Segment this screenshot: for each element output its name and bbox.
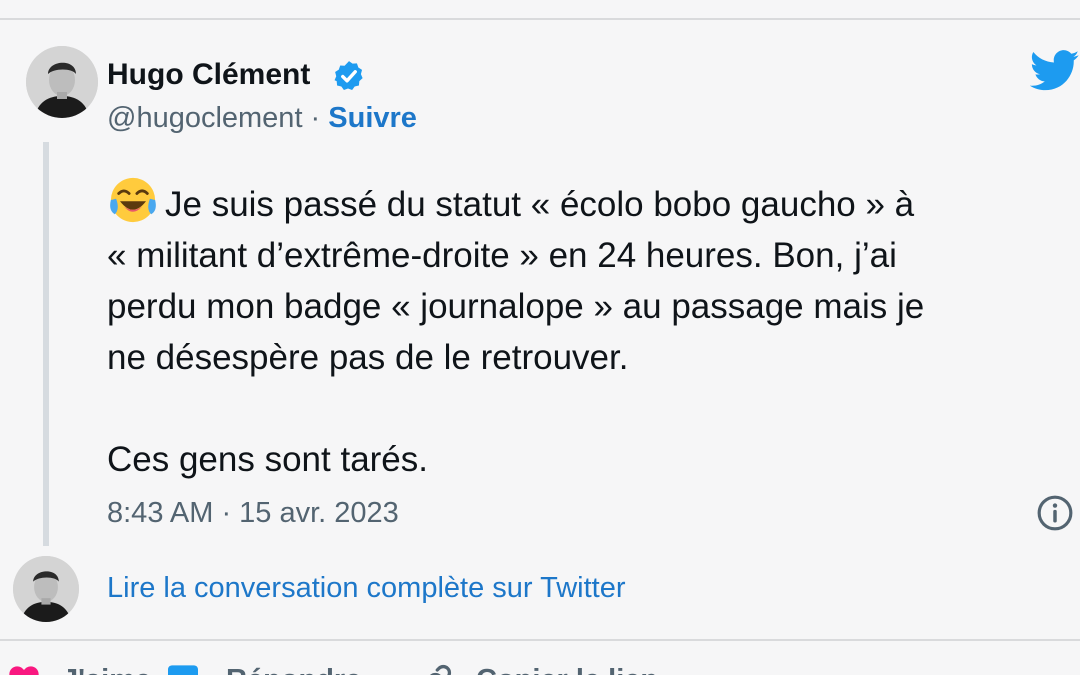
reply-avatar[interactable] xyxy=(13,556,79,622)
reply-icon[interactable] xyxy=(166,664,200,675)
info-icon[interactable] xyxy=(1036,494,1074,532)
author-avatar[interactable] xyxy=(26,46,98,118)
face-with-tears-of-joy-icon xyxy=(110,177,156,223)
follow-button[interactable]: Suivre xyxy=(328,102,417,134)
like-action[interactable]: J'aime xyxy=(62,664,151,675)
read-full-conversation-link[interactable]: Lire la conversation complète sur Twitte… xyxy=(107,572,625,605)
tweet-timestamp[interactable]: 8:43 AM · 15 avr. 2023 xyxy=(107,497,399,530)
tweet-line: Je suis passé du statut « écolo bobo gau… xyxy=(107,174,1080,230)
paragraph-break xyxy=(107,383,1080,434)
tweet-closing-line: Ces gens sont tarés. xyxy=(107,440,428,479)
twitter-bird-icon[interactable] xyxy=(1030,50,1080,92)
reply-action[interactable]: Répondre xyxy=(226,664,361,675)
heart-icon[interactable] xyxy=(8,664,40,675)
embedded-tweet-card: Hugo Clément @hugoclement · Suivre Je su… xyxy=(0,0,1080,675)
tweet-line: « militant d’extrême-droite » en 24 heur… xyxy=(107,236,897,275)
tweet-line: perdu mon badge « journalope » au passag… xyxy=(107,287,925,326)
author-handle[interactable]: @hugoclement xyxy=(107,102,303,134)
tweet-line: ne désespère pas de le retrouver. xyxy=(107,338,629,377)
top-divider xyxy=(0,18,1080,20)
link-icon[interactable] xyxy=(420,664,454,675)
tweet-text: Je suis passé du statut « écolo bobo gau… xyxy=(107,174,1080,485)
tweet-actions-bar: J'aime Répondre Copier le lien xyxy=(0,660,1080,675)
thread-connector-line xyxy=(43,142,49,546)
author-name[interactable]: Hugo Clément xyxy=(107,58,310,92)
verified-badge-icon xyxy=(334,61,363,91)
bottom-divider xyxy=(0,639,1080,641)
tweet-line-text: Je suis passé du statut « écolo bobo gau… xyxy=(165,185,915,224)
copy-link-action[interactable]: Copier le lien xyxy=(476,664,658,675)
handle-separator: · xyxy=(302,102,329,134)
author-handle-row: @hugoclement · Suivre xyxy=(107,102,417,135)
